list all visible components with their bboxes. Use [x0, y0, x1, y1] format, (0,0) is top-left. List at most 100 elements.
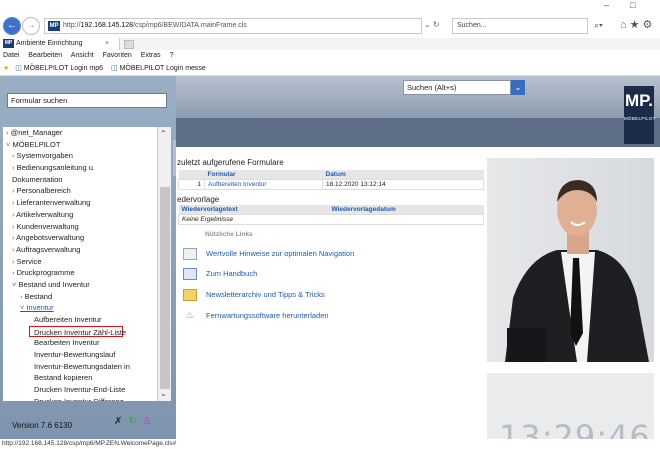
menu-extras[interactable]: Extras	[141, 52, 161, 59]
recent-forms-table: Formular Datum 1 Aufbereiten Inventur 18…	[178, 170, 484, 190]
link-label: Wertvolle Hinweise zur optimalen Navigat…	[206, 248, 355, 258]
back-arrow-icon[interactable]: ←	[3, 17, 21, 35]
newsletter-icon	[183, 289, 197, 301]
forward-arrow-icon[interactable]: →	[22, 17, 40, 35]
tree-item[interactable]: ˅ Inventur	[3, 302, 157, 314]
tree-item[interactable]: Drucken Inventur-End-Liste	[3, 384, 157, 396]
url-path: /csp/mp6/BEWIDATA.mainFrame.cls	[133, 22, 247, 29]
link-navigation-tips[interactable]: Wertvolle Hinweise zur optimalen Navigat…	[183, 248, 354, 263]
browser-toolbar-icons: ⌂★⚙	[620, 18, 655, 31]
favorite-login-mp6[interactable]: MÖBELPILOT Login mp6	[15, 65, 103, 72]
tree-item[interactable]: › Bestand	[3, 291, 157, 303]
tree-item[interactable]: › Kundenverwaltung	[3, 221, 157, 233]
tree-item-label: Bestand und Inventur	[18, 279, 90, 289]
menu-favoriten[interactable]: Favoriten	[103, 52, 132, 59]
maximize-icon[interactable]: □	[630, 0, 635, 10]
tree-item[interactable]: Inventur-Bewertungsdaten in	[3, 361, 157, 373]
tab-bar: MP Ambiente Einrichtung ×	[0, 38, 660, 50]
tree-scrollbar[interactable]: ⌃ ⌄	[157, 127, 171, 401]
browser-search-field[interactable]: Suchen...	[452, 18, 588, 34]
footer-icons: ✗ ↻ ♙	[114, 416, 152, 427]
businessman-photo	[487, 158, 654, 362]
tree-item-label: Drucken Inventur Zähl-Liste	[34, 327, 127, 337]
tree-item[interactable]: › Bedienungsanleitung u.	[3, 162, 157, 174]
favorite-login-messe[interactable]: MÖBELPILOT Login messe	[111, 65, 206, 72]
refresh-icon[interactable]: ⌄ ↻	[424, 20, 440, 29]
tree-item-label: Aufbereiten Inventur	[34, 315, 102, 324]
tree-item[interactable]: Drucken Inventur Zähl-Liste	[29, 325, 127, 338]
url-prefix: http://	[63, 22, 81, 29]
tree-item[interactable]: Inventur-Bewertungslauf	[3, 349, 157, 361]
tree-item[interactable]: › Lieferantenverwaltung	[3, 197, 157, 209]
moebelpilot-logo: MP. MÖBELPILOT	[624, 86, 655, 144]
favorites-star-icon[interactable]: ★	[3, 65, 9, 72]
tree-item[interactable]: Bestand kopieren	[3, 372, 157, 384]
link-label: Newsletterarchiv und Tipps & Tricks	[206, 289, 325, 299]
tools-icon[interactable]: ✗	[114, 416, 122, 427]
tree-item-label: Bestand	[24, 291, 53, 301]
link-handbuch[interactable]: Zum Handbuch	[183, 268, 257, 283]
col-wv-text: Wiedervorlagetext	[178, 205, 329, 214]
tree-item-label: Dokumentation	[12, 174, 63, 184]
close-tab-icon[interactable]: ×	[105, 38, 109, 50]
tree-item-label: Kundenverwaltung	[16, 221, 79, 231]
tree-item[interactable]: › Service	[3, 256, 157, 268]
tree-item[interactable]: ˅ Bestand und Inventur	[3, 279, 157, 291]
row-formular-link[interactable]: Aufbereiten Inventur	[204, 178, 323, 190]
link-newsletter[interactable]: Newsletterarchiv und Tipps & Tricks	[183, 289, 325, 304]
menu-datei[interactable]: Datei	[3, 52, 19, 59]
tree-item[interactable]: › Personalbereich	[3, 185, 157, 197]
row-nr: 1	[178, 178, 205, 190]
tree-item[interactable]: Bearbeiten Inventur	[3, 337, 157, 349]
tree-item-label: Bestand kopieren	[34, 373, 93, 383]
useful-links-heading: Nützliche Links	[205, 231, 253, 238]
tree-item[interactable]: › Angebotsverwaltung	[3, 232, 157, 244]
tree-item[interactable]: Drucken Inventur-Differenz-	[3, 396, 157, 401]
tree-item[interactable]: › Druckprogramme	[3, 267, 157, 279]
scrollbar-thumb[interactable]	[160, 187, 170, 389]
tab-ambiente-einrichtung[interactable]: MP Ambiente Einrichtung ×	[0, 38, 120, 50]
link-label: Fernwartungssoftware herunterladen	[206, 310, 329, 320]
wv-empty: Keine Ergebnisse	[178, 213, 484, 225]
col-formular: Formular	[204, 170, 323, 179]
menu-bearbeiten[interactable]: Bearbeiten	[28, 52, 62, 59]
tree-item[interactable]: › Systemvorgaben	[3, 150, 157, 162]
table-row[interactable]: 1 Aufbereiten Inventur 18.12.2020 13:12:…	[178, 178, 484, 190]
scroll-down-icon[interactable]: ⌄	[160, 389, 167, 398]
tree-item-label: @net_Manager	[10, 128, 63, 137]
minimize-icon[interactable]: –	[604, 0, 609, 10]
tree-item[interactable]: › Auftragsverwaltung	[3, 244, 157, 256]
url-field[interactable]: MP http://192.168.145.128/csp/mp6/BEWIDA…	[44, 18, 422, 34]
new-tab-button[interactable]	[124, 40, 134, 49]
tree-item[interactable]: › Artikelverwaltung	[3, 209, 157, 221]
main-search-button[interactable]: ⌄	[511, 80, 525, 95]
scroll-up-icon[interactable]: ⌃	[160, 129, 167, 138]
tree-item-label: Personalbereich	[16, 186, 71, 196]
tree-item[interactable]: Dokumentation	[3, 174, 157, 186]
tree-item[interactable]: Aufbereiten Inventur	[3, 314, 157, 326]
person-icon[interactable]: ♙	[143, 416, 152, 427]
refresh-icon[interactable]: ↻	[128, 416, 136, 427]
favorites-star-icon[interactable]: ★	[630, 19, 643, 31]
search-icon[interactable]: ⌕▾	[594, 20, 603, 31]
home-icon[interactable]: ⌂	[620, 19, 630, 31]
navigation-panel: Formular suchen › @net_Manager ˅ MÖBELPIL…	[0, 76, 176, 439]
menu-help[interactable]: ?	[170, 52, 174, 59]
menu-bar: Datei Bearbeiten Ansicht Favoriten Extra…	[0, 50, 660, 62]
tree-item-label: Service	[16, 256, 42, 266]
tree-item-label: Artikelverwaltung	[16, 209, 74, 219]
link-fernwartung[interactable]: ♨ Fernwartungssoftware herunterladen	[183, 310, 329, 325]
url-host: 192.168.145.128	[80, 22, 134, 29]
wiedervorlage-heading: edervorlage	[177, 195, 220, 204]
form-search-input[interactable]: Formular suchen	[7, 93, 167, 108]
tree-item-label: Druckprogramme	[16, 268, 75, 278]
menu-ansicht[interactable]: Ansicht	[71, 52, 94, 59]
tree-item[interactable]: ˅ MÖBELPILOT	[3, 139, 157, 151]
tab-favicon-icon: MP	[3, 39, 14, 48]
status-bar-url: http://192.168.145.128/csp/mp6/MP.ZEN.We…	[0, 439, 660, 449]
main-search-input[interactable]: Suchen (Alt+s)	[403, 80, 511, 95]
tree-item-label: Inventur-Bewertungsdaten in	[34, 361, 130, 371]
tree-item[interactable]: › @net_Manager	[3, 127, 157, 139]
window-titlebar: – □	[0, 0, 660, 14]
settings-gear-icon[interactable]: ⚙	[643, 19, 656, 31]
